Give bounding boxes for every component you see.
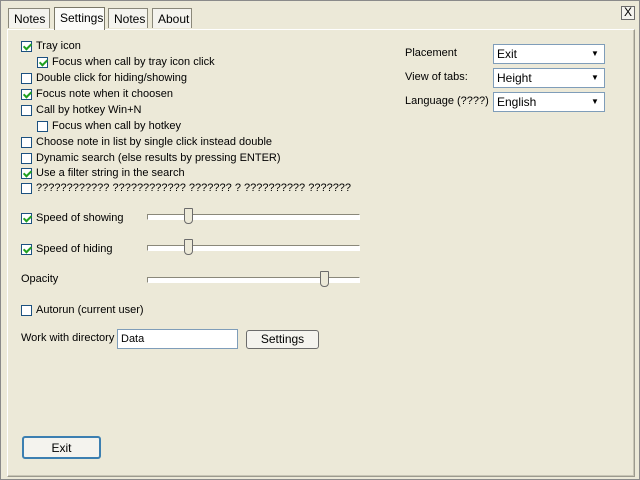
tab-notes[interactable]: Notes: [8, 8, 50, 28]
option-unknown[interactable]: ???????????? ???????????? ??????? ? ????…: [21, 181, 351, 195]
option-label: Tray icon: [36, 40, 81, 52]
language-select[interactable]: English ▼: [493, 92, 605, 112]
speed-hiding-slider[interactable]: [147, 237, 360, 257]
checkbox[interactable]: [21, 243, 32, 255]
option-label: Focus when call by hotkey: [52, 120, 182, 132]
option-label: Focus note when it choosen: [36, 88, 173, 100]
speed-hiding-toggle[interactable]: Speed of hiding: [21, 242, 112, 256]
option-label: Use a filter string in the search: [36, 167, 185, 179]
option-dynamic-search[interactable]: Dynamic search (else results by pressing…: [21, 151, 281, 165]
checkbox[interactable]: [21, 72, 32, 84]
tab-settings[interactable]: Settings: [54, 7, 105, 30]
option-tray-icon[interactable]: Tray icon: [21, 39, 81, 53]
option-focus-note[interactable]: Focus note when it choosen: [21, 87, 173, 101]
option-filter-string[interactable]: Use a filter string in the search: [21, 166, 185, 180]
option-label: Double click for hiding/showing: [36, 72, 188, 84]
checkbox[interactable]: [21, 88, 32, 100]
speed-showing-slider[interactable]: [147, 206, 360, 226]
option-hotkey[interactable]: Call by hotkey Win+N: [21, 103, 141, 117]
chevron-down-icon[interactable]: ▼: [587, 46, 603, 62]
language-label: Language (????): [405, 95, 489, 107]
slider-thumb[interactable]: [184, 239, 193, 255]
opacity-label: Opacity: [21, 273, 59, 285]
option-label: Dynamic search (else results by pressing…: [36, 152, 281, 164]
language-value: English: [497, 95, 537, 109]
checkbox[interactable]: [21, 182, 32, 194]
checkbox[interactable]: [21, 152, 32, 164]
directory-label: Work with directory: [21, 332, 115, 344]
view-of-tabs-label: View of tabs:: [405, 71, 468, 83]
placement-select[interactable]: Exit ▼: [493, 44, 605, 64]
tab-notes-2[interactable]: Notes: [108, 8, 148, 28]
option-focus-hotkey[interactable]: Focus when call by hotkey: [37, 119, 181, 133]
option-autorun[interactable]: Autorun (current user): [21, 303, 144, 317]
checkbox[interactable]: [37, 120, 48, 132]
checkbox[interactable]: [37, 56, 48, 68]
speed-showing-label: Speed of showing: [36, 212, 124, 224]
checkbox[interactable]: [21, 167, 32, 179]
directory-settings-button[interactable]: Settings: [246, 330, 319, 349]
directory-input[interactable]: Data: [117, 329, 238, 349]
slider-track: [147, 245, 360, 251]
option-focus-tray-click[interactable]: Focus when call by tray icon click: [37, 55, 215, 69]
option-double-click[interactable]: Double click for hiding/showing: [21, 71, 187, 85]
exit-button[interactable]: Exit: [22, 436, 101, 459]
option-label: Focus when call by tray icon click: [52, 56, 215, 68]
checkbox[interactable]: [21, 104, 32, 116]
checkbox[interactable]: [21, 40, 32, 52]
option-label: Autorun (current user): [36, 304, 144, 316]
option-label: Choose note in list by single click inst…: [36, 136, 273, 148]
opacity-slider[interactable]: [147, 269, 360, 289]
slider-thumb[interactable]: [320, 271, 329, 287]
chevron-down-icon[interactable]: ▼: [587, 94, 603, 110]
placement-label: Placement: [405, 47, 457, 59]
slider-track: [147, 214, 360, 220]
speed-hiding-label: Speed of hiding: [36, 243, 113, 255]
view-of-tabs-select[interactable]: Height ▼: [493, 68, 605, 88]
placement-value: Exit: [497, 47, 518, 61]
checkbox[interactable]: [21, 136, 32, 148]
checkbox[interactable]: [21, 304, 32, 316]
tab-about[interactable]: About: [152, 8, 192, 28]
option-single-click[interactable]: Choose note in list by single click inst…: [21, 135, 272, 149]
speed-showing-toggle[interactable]: Speed of showing: [21, 211, 123, 225]
close-button[interactable]: X: [621, 6, 635, 20]
option-label: ???????????? ???????????? ??????? ? ????…: [36, 182, 352, 194]
option-label: Call by hotkey Win+N: [36, 104, 142, 116]
close-icon: X: [623, 5, 632, 19]
opacity-row: Opacity: [21, 272, 58, 286]
view-of-tabs-value: Height: [497, 71, 532, 85]
checkbox[interactable]: [21, 212, 32, 224]
slider-thumb[interactable]: [184, 208, 193, 224]
settings-window: Notes Settings Notes About X Tray icon F…: [0, 0, 640, 480]
chevron-down-icon[interactable]: ▼: [587, 70, 603, 86]
